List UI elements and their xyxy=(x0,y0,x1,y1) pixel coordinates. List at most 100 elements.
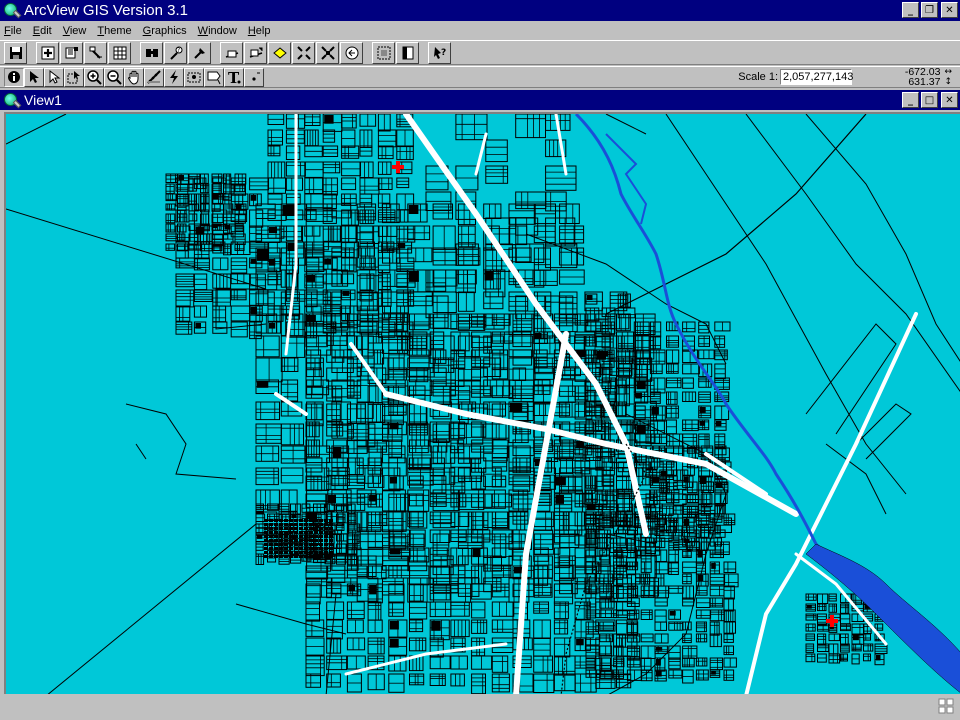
draw-point-tool[interactable] xyxy=(244,67,264,87)
hot-link-tool[interactable] xyxy=(164,67,184,87)
save-icon xyxy=(9,46,22,59)
draw-point-icon xyxy=(252,72,260,81)
pointer-tool[interactable] xyxy=(24,67,44,87)
zoom-active-themes-button[interactable] xyxy=(244,41,267,64)
menu-theme[interactable]: Theme xyxy=(97,25,131,37)
select-feature-icon xyxy=(67,71,80,84)
menu-bar: File Edit View Theme Graphics Window Help xyxy=(0,21,960,40)
zoom-in-fixed-icon xyxy=(296,45,311,60)
open-table-button[interactable] xyxy=(108,41,131,64)
locate-address-button[interactable] xyxy=(188,41,211,64)
pan-tool[interactable] xyxy=(124,67,144,87)
status-bar xyxy=(0,694,960,720)
query-builder-icon: ? xyxy=(169,46,182,60)
button-bar: ?? xyxy=(0,40,960,65)
view-close-button[interactable]: ✕ xyxy=(941,92,958,108)
zoom-previous-button[interactable] xyxy=(340,41,363,64)
select-none-icon xyxy=(377,46,390,59)
zoom-out-icon xyxy=(107,70,122,85)
text-tool[interactable]: T xyxy=(224,67,244,87)
identify-icon xyxy=(8,71,20,83)
zoom-selected-button[interactable] xyxy=(268,41,291,64)
select-feature-tool[interactable] xyxy=(64,67,84,87)
hospital-marker-2[interactable] xyxy=(826,615,838,627)
find-button[interactable] xyxy=(140,41,163,64)
find-icon xyxy=(145,48,158,57)
area-of-interest-icon xyxy=(187,72,201,83)
city-map[interactable] xyxy=(6,114,960,694)
view-maximize-button[interactable]: □ xyxy=(921,92,938,108)
zoom-in-fixed-button[interactable] xyxy=(292,41,315,64)
svg-text:?: ? xyxy=(441,48,446,58)
arcview-globe-icon[interactable] xyxy=(3,2,20,19)
select-none-button[interactable] xyxy=(372,41,395,64)
help-button[interactable]: ? xyxy=(428,41,451,64)
zoom-in-icon xyxy=(87,70,102,85)
vertical-arrow-icon: ↕ xyxy=(944,77,952,87)
scale-control: Scale 1: 2,057,277,143 xyxy=(738,69,853,85)
scale-input[interactable]: 2,057,277,143 xyxy=(780,69,853,85)
zoom-full-extent-button[interactable] xyxy=(220,41,243,64)
identify-tool[interactable] xyxy=(4,67,24,87)
vertex-edit-tool[interactable] xyxy=(44,67,64,87)
menu-file[interactable]: File xyxy=(4,25,22,37)
app-title: ArcView GIS Version 3.1 xyxy=(24,2,188,19)
view-globe-icon[interactable] xyxy=(3,92,20,109)
tool-bar: T Scale 1: 2,057,277,143 -672.03 ↔ 631.37… xyxy=(0,66,960,88)
save-button[interactable] xyxy=(4,41,27,64)
minimize-icon: _ xyxy=(908,4,913,16)
edit-legend-icon xyxy=(88,46,102,59)
view-title-bar[interactable]: View1 _ □ ✕ xyxy=(0,90,960,110)
horizontal-arrow-icon: ↔ xyxy=(944,67,952,77)
zoom-out-fixed-button[interactable] xyxy=(316,41,339,64)
maximize-icon: □ xyxy=(924,94,935,106)
app-minimize-button[interactable]: _ xyxy=(902,2,919,18)
zoom-full-extent-icon xyxy=(225,50,238,58)
close-icon: ✕ xyxy=(945,4,954,16)
help-icon: ? xyxy=(433,46,446,59)
window-grid-icon[interactable] xyxy=(938,698,954,714)
add-theme-icon xyxy=(41,46,54,59)
map-display[interactable] xyxy=(4,112,960,694)
view-minimize-button[interactable]: _ xyxy=(902,92,919,108)
city-blocks xyxy=(165,114,888,694)
app-close-button[interactable]: ✕ xyxy=(941,2,958,18)
pan-icon xyxy=(128,70,139,85)
close-icon: ✕ xyxy=(945,94,954,106)
zoom-out-tool[interactable] xyxy=(104,67,124,87)
cursor-coordinates: -672.03 ↔ 631.37 ↕ xyxy=(905,67,952,88)
menu-edit[interactable]: Edit xyxy=(33,25,52,37)
menu-view[interactable]: View xyxy=(63,25,87,37)
pointer-icon xyxy=(30,71,39,83)
zoom-out-fixed-icon xyxy=(320,45,335,60)
zoom-selected-icon xyxy=(272,46,287,59)
label-icon xyxy=(207,71,221,85)
zoom-in-tool[interactable] xyxy=(84,67,104,87)
app-title-bar[interactable]: ArcView GIS Version 3.1 _ ❐ ✕ xyxy=(0,0,960,21)
measure-icon xyxy=(147,70,161,84)
query-builder-button[interactable]: ? xyxy=(164,41,187,64)
measure-tool[interactable] xyxy=(144,67,164,87)
open-table-icon xyxy=(113,46,126,59)
restore-icon: ❐ xyxy=(925,4,934,16)
zoom-previous-icon xyxy=(345,46,358,59)
text-icon: T xyxy=(228,69,241,85)
layout-button[interactable] xyxy=(396,41,419,64)
add-theme-button[interactable] xyxy=(36,41,59,64)
theme-properties-button[interactable] xyxy=(60,41,83,64)
hospital-marker-1[interactable] xyxy=(392,161,404,173)
area-of-interest-tool[interactable] xyxy=(184,67,204,87)
scale-label: Scale 1: xyxy=(738,71,778,83)
view-title: View1 xyxy=(24,92,62,108)
layout-icon xyxy=(402,46,413,59)
theme-properties-icon xyxy=(65,46,78,58)
svg-text:?: ? xyxy=(177,47,180,54)
vertex-edit-icon xyxy=(49,69,61,84)
menu-graphics[interactable]: Graphics xyxy=(143,25,187,37)
zoom-active-themes-icon xyxy=(249,47,262,58)
menu-help[interactable]: Help xyxy=(248,25,271,37)
menu-window[interactable]: Window xyxy=(198,25,237,37)
label-tool[interactable] xyxy=(204,67,224,87)
edit-legend-button[interactable] xyxy=(84,41,107,64)
app-restore-button[interactable]: ❐ xyxy=(921,2,938,18)
